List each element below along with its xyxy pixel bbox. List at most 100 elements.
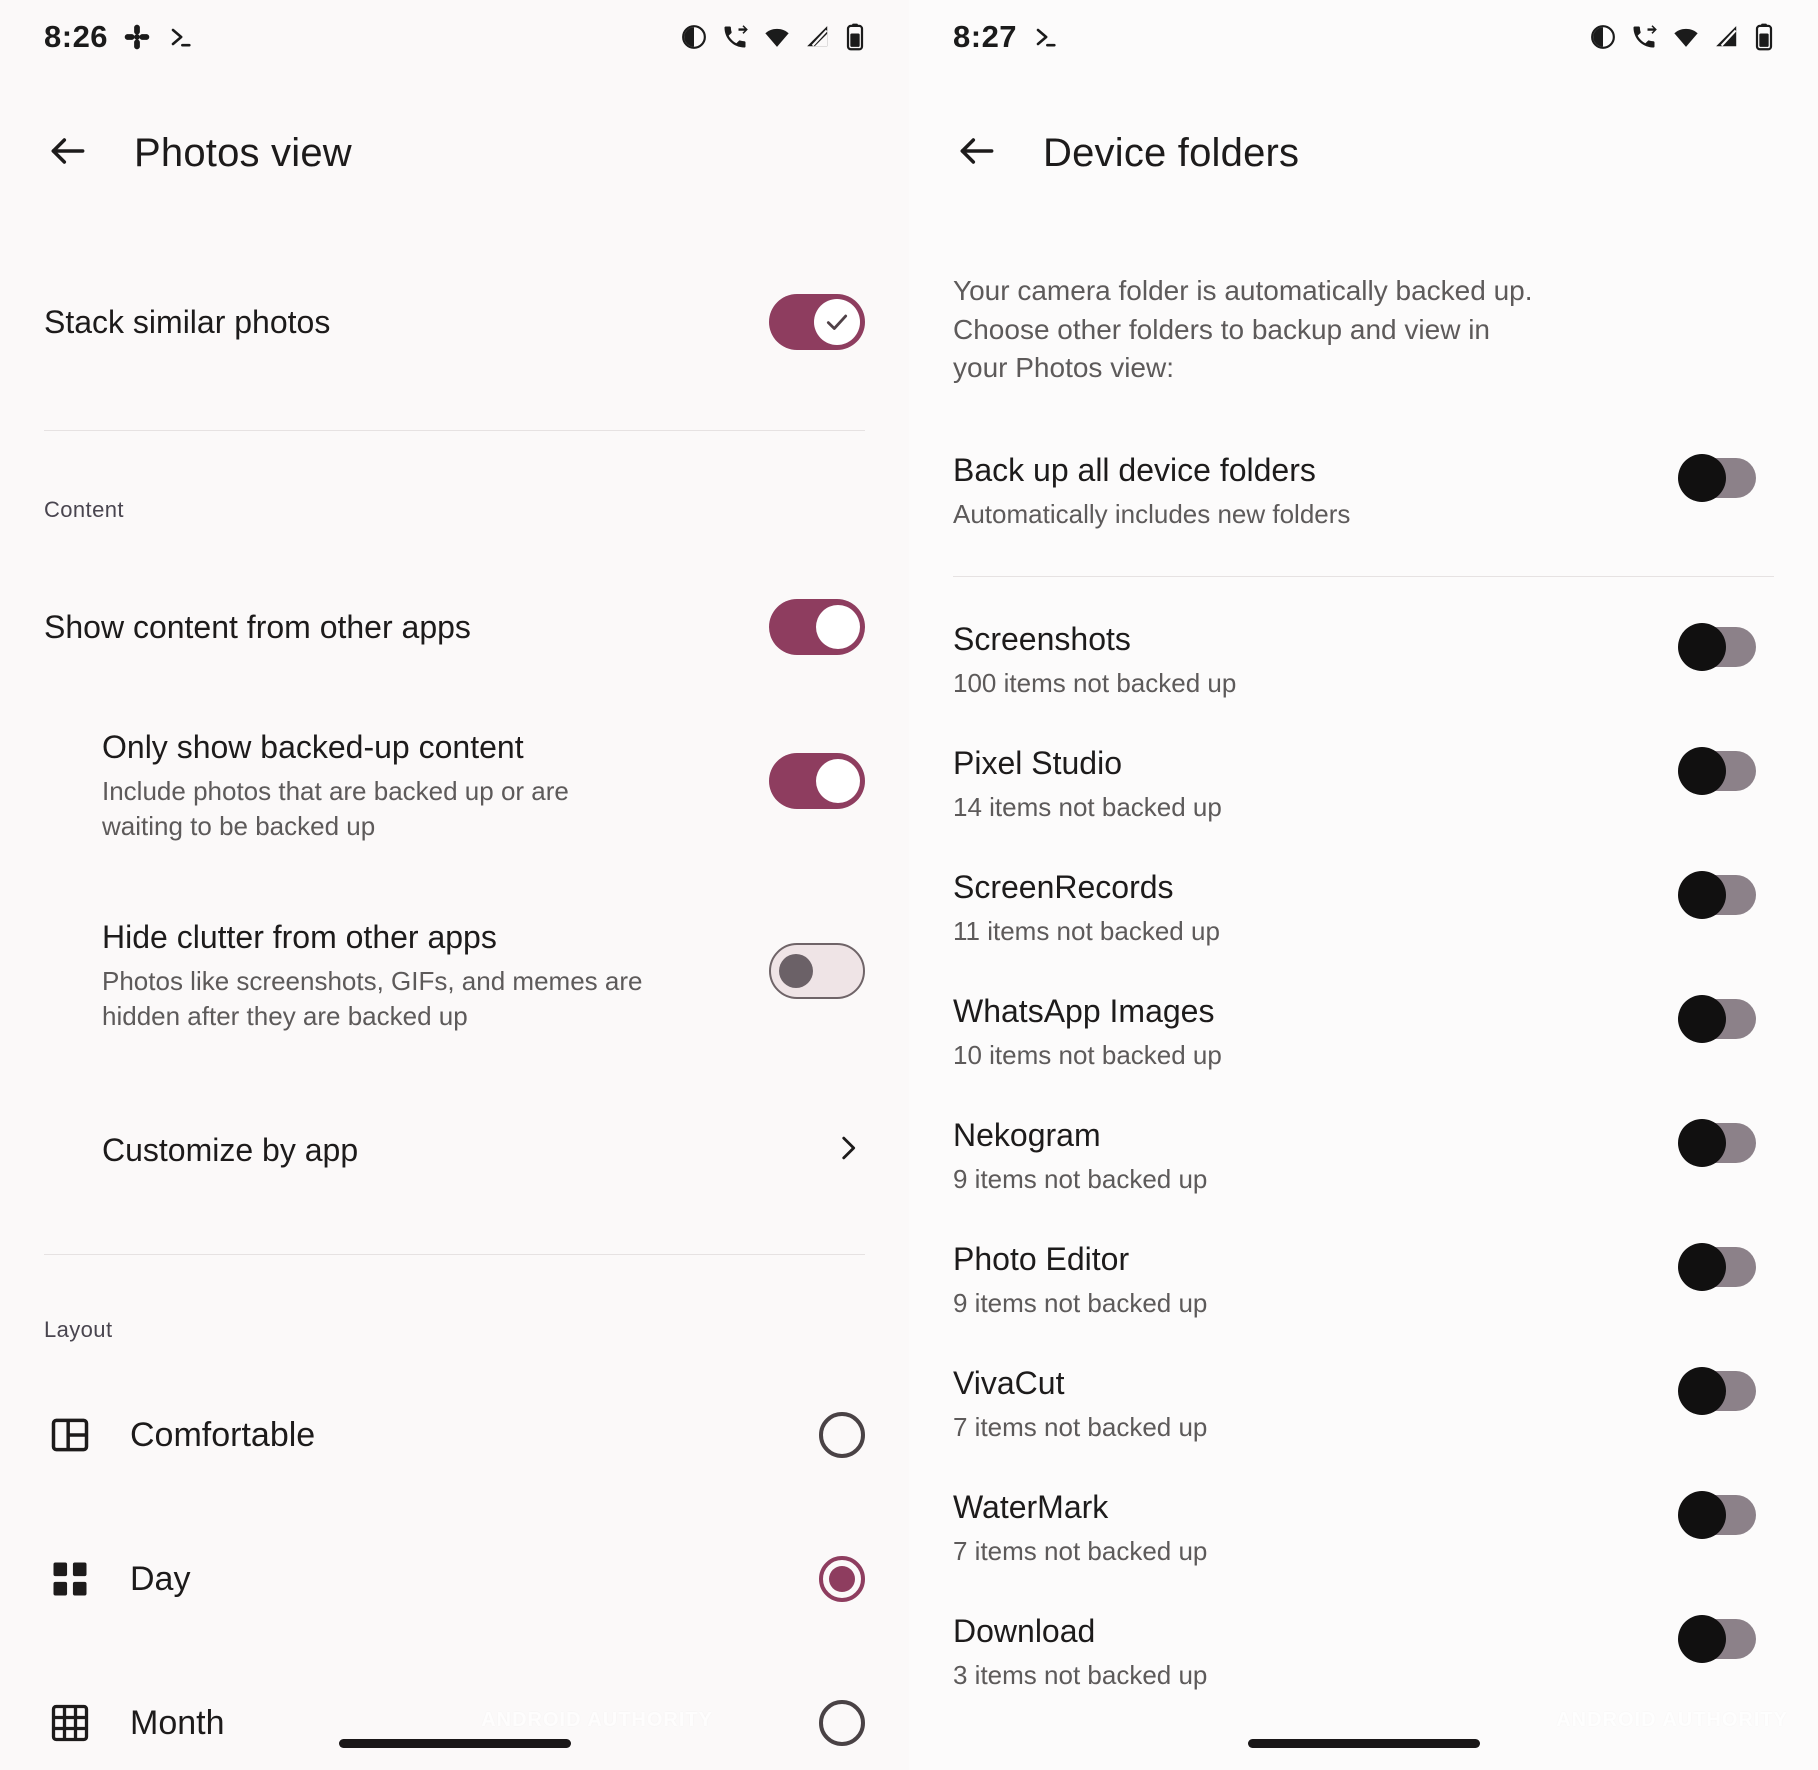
row-subtitle: Automatically includes new folders bbox=[953, 498, 1351, 529]
folder-row[interactable]: VivaCut 7 items not backed up bbox=[909, 1363, 1818, 1487]
row-title: Stack similar photos bbox=[44, 303, 331, 340]
app-bar-photos-view: Photos view bbox=[0, 98, 909, 208]
folder-name: Pixel Studio bbox=[953, 745, 1122, 782]
back-button[interactable] bbox=[953, 129, 1001, 177]
dual-screenshot-container: 8:26 Photos view Stack similar photos Co… bbox=[0, 0, 1818, 1770]
switch-off-track bbox=[1678, 623, 1756, 672]
section-label-layout: Layout bbox=[44, 1317, 113, 1343]
toggle-only-backed-up-content[interactable] bbox=[769, 753, 865, 809]
folder-status: 100 items not backed up bbox=[953, 668, 1237, 699]
toggle-folder[interactable] bbox=[1678, 1491, 1756, 1540]
radio-month[interactable] bbox=[819, 1700, 865, 1747]
divider-before-layout bbox=[44, 1254, 865, 1256]
folder-status: 11 items not backed up bbox=[953, 916, 1220, 947]
row-back-up-all-device-folders[interactable]: Back up all device folders Automatically… bbox=[909, 450, 1818, 532]
switch-off-track bbox=[1678, 453, 1756, 502]
layout-option-label: Month bbox=[130, 1703, 225, 1742]
toggle-folder[interactable] bbox=[1678, 747, 1756, 796]
status-bar-right: 8:27 bbox=[909, 0, 1818, 74]
row-text: Stack similar photos bbox=[44, 302, 769, 343]
folder-row[interactable]: Nekogram 9 items not backed up bbox=[909, 1115, 1818, 1239]
signal-icon bbox=[1714, 24, 1740, 50]
folder-row[interactable]: Screenshots 100 items not backed up bbox=[909, 619, 1818, 743]
toggle-stack-similar-photos[interactable] bbox=[769, 294, 865, 350]
status-bar-left: 8:26 bbox=[0, 0, 909, 74]
battery-icon bbox=[845, 23, 865, 51]
switch-thumb bbox=[779, 953, 813, 988]
folder-row[interactable]: Pixel Studio 14 items not backed up bbox=[909, 743, 1818, 867]
layout-comfortable-icon bbox=[44, 1409, 96, 1461]
row-customize-by-app[interactable]: Customize by app bbox=[0, 1102, 909, 1198]
toggle-folder[interactable] bbox=[1678, 1615, 1756, 1664]
app-bar-device-folders: Device folders bbox=[909, 98, 1818, 208]
row-title: Customize by app bbox=[102, 1131, 359, 1168]
toggle-folder[interactable] bbox=[1678, 623, 1756, 672]
watermark-left: ANDROID AUTHORITY bbox=[481, 1709, 713, 1731]
row-text: WaterMark 7 items not backed up bbox=[953, 1487, 1682, 1569]
switch-off-track bbox=[1678, 1119, 1756, 1168]
folder-row[interactable]: WhatsApp Images 10 items not backed up bbox=[909, 991, 1818, 1115]
switch-thumb bbox=[1678, 1243, 1726, 1292]
switch-on-track bbox=[769, 294, 865, 350]
switch-off-track bbox=[1678, 1243, 1756, 1292]
switch-on-track bbox=[769, 753, 865, 809]
toggle-show-content-other-apps[interactable] bbox=[769, 599, 865, 655]
status-bar-right-group bbox=[681, 23, 865, 51]
back-arrow-icon bbox=[46, 129, 90, 178]
device-folders-list: Screenshots 100 items not backed up Pixe… bbox=[909, 619, 1818, 1735]
nav-gesture-pill-right[interactable] bbox=[1247, 1739, 1480, 1748]
switch-thumb bbox=[1678, 995, 1726, 1044]
nav-gesture-pill-left[interactable] bbox=[338, 1739, 571, 1748]
folder-row[interactable]: WaterMark 7 items not backed up bbox=[909, 1487, 1818, 1611]
row-show-content-other-apps[interactable]: Show content from other apps bbox=[0, 571, 909, 683]
switch-off-track bbox=[769, 942, 865, 999]
row-text: Photo Editor 9 items not backed up bbox=[953, 1239, 1682, 1321]
switch-off-track bbox=[1678, 1367, 1756, 1416]
switch-thumb bbox=[1678, 1491, 1726, 1540]
folder-status: 9 items not backed up bbox=[953, 1288, 1208, 1319]
toggle-back-up-all-device-folders[interactable] bbox=[1678, 453, 1756, 502]
call-forward-icon bbox=[721, 23, 749, 51]
status-bar-left-group: 8:26 bbox=[44, 19, 194, 55]
watermark-right: ANDROID AUTHORITY bbox=[1556, 1709, 1788, 1731]
folder-status: 14 items not backed up bbox=[953, 792, 1222, 823]
row-only-backed-up-content[interactable]: Only show backed-up content Include phot… bbox=[0, 727, 909, 845]
switch-off-track bbox=[1678, 871, 1756, 920]
row-stack-similar-photos[interactable]: Stack similar photos bbox=[0, 260, 909, 384]
row-title: Show content from other apps bbox=[44, 608, 471, 645]
row-hide-clutter-other-apps[interactable]: Hide clutter from other apps Photos like… bbox=[0, 917, 909, 1035]
row-text: Customize by app bbox=[102, 1130, 831, 1171]
switch-thumb bbox=[1678, 1615, 1726, 1664]
folder-row[interactable]: Photo Editor 9 items not backed up bbox=[909, 1239, 1818, 1363]
toggle-folder[interactable] bbox=[1678, 1243, 1756, 1292]
toggle-folder[interactable] bbox=[1678, 1119, 1756, 1168]
toggle-folder[interactable] bbox=[1678, 871, 1756, 920]
switch-thumb bbox=[1678, 871, 1726, 920]
alarm-icon bbox=[1590, 24, 1616, 50]
layout-option-day[interactable]: Day bbox=[0, 1527, 909, 1631]
row-title: Back up all device folders bbox=[953, 451, 1316, 488]
row-text: Hide clutter from other apps Photos like… bbox=[102, 917, 769, 1035]
folder-row[interactable]: ScreenRecords 11 items not backed up bbox=[909, 867, 1818, 991]
switch-thumb bbox=[1678, 747, 1726, 796]
radio-day[interactable] bbox=[819, 1556, 865, 1603]
toggle-folder[interactable] bbox=[1678, 995, 1756, 1044]
switch-thumb bbox=[1678, 453, 1726, 502]
layout-day-grid-icon bbox=[44, 1553, 96, 1605]
toggle-folder[interactable] bbox=[1678, 1367, 1756, 1416]
status-bar-left-group: 8:27 bbox=[953, 19, 1059, 55]
folder-status: 9 items not backed up bbox=[953, 1164, 1208, 1195]
page-title: Device folders bbox=[1043, 130, 1300, 175]
row-text: Show content from other apps bbox=[44, 607, 769, 648]
photos-view-screen: 8:26 Photos view Stack similar photos Co… bbox=[0, 0, 909, 1770]
call-forward-icon bbox=[1630, 23, 1658, 51]
toggle-hide-clutter-other-apps[interactable] bbox=[769, 942, 865, 999]
section-label-content: Content bbox=[44, 497, 124, 522]
row-text: Only show backed-up content Include phot… bbox=[102, 727, 769, 845]
layout-option-month[interactable]: Month bbox=[0, 1671, 909, 1770]
back-button[interactable] bbox=[44, 129, 92, 177]
layout-option-comfortable[interactable]: Comfortable bbox=[0, 1383, 909, 1487]
row-text: Back up all device folders Automatically… bbox=[953, 450, 1682, 532]
radio-comfortable[interactable] bbox=[819, 1412, 865, 1459]
row-text: Screenshots 100 items not backed up bbox=[953, 619, 1682, 701]
